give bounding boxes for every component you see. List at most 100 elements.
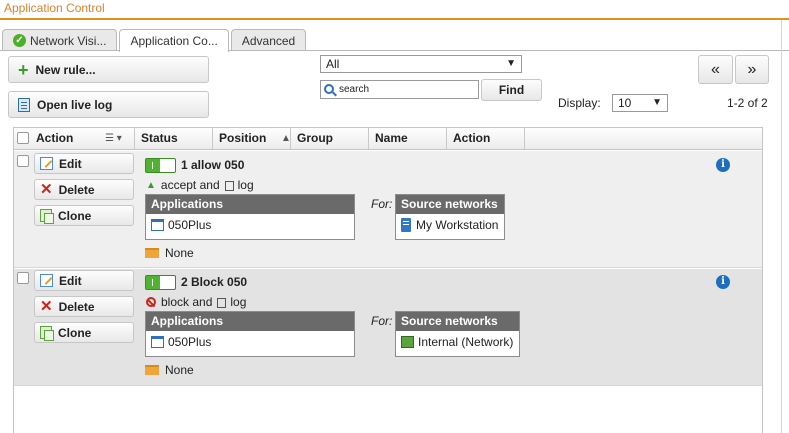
enabled-toggle[interactable]	[145, 275, 176, 290]
delete-icon: ✕	[40, 181, 53, 198]
new-rule-button[interactable]: + New rule...	[8, 56, 209, 83]
display-label: Display:	[558, 96, 601, 110]
workstation-icon	[401, 218, 411, 232]
filter-value: All	[326, 57, 340, 71]
sort-ascending-icon: ▲	[281, 133, 291, 144]
delete-icon: ✕	[40, 298, 53, 315]
group-label: None	[145, 363, 194, 377]
rules-table: Action ☰ ▾ Status Position ▲ Group Name …	[13, 127, 763, 433]
edit-button[interactable]: Edit	[34, 270, 134, 291]
table-row: Edit ✕ Delete Clone 2 Block 050 block an…	[14, 269, 762, 386]
column-menu-icon[interactable]: ☰ ▾	[105, 128, 122, 149]
source-networks-header: Source networks	[396, 195, 504, 214]
header-action[interactable]: Action ☰ ▾	[14, 128, 135, 149]
folder-icon	[145, 365, 159, 375]
window-title: Application Control	[4, 1, 105, 15]
row-checkbox[interactable]	[17, 272, 29, 284]
application-item: 050Plus	[146, 331, 354, 353]
header-group[interactable]: Group	[291, 128, 369, 149]
table-row: Edit ✕ Delete Clone 1 allow 050 ▲ accept…	[14, 151, 762, 268]
edit-button[interactable]: Edit	[34, 153, 134, 174]
next-page-icon: »	[747, 60, 757, 78]
search-input[interactable]: search	[320, 80, 479, 99]
tab-advanced[interactable]: Advanced	[230, 29, 307, 51]
source-networks-box: Source networks Internal (Network)	[395, 311, 520, 357]
edit-label: Edit	[59, 156, 82, 171]
application-name: 050Plus	[168, 218, 212, 232]
tab-divider	[0, 50, 789, 51]
rule-action: ▲ accept and log	[146, 178, 254, 192]
result-count: 1-2 of 2	[727, 96, 768, 110]
tab-bar: ✓ Network Visi... Application Co... Adva…	[2, 29, 308, 52]
next-page-button[interactable]: »	[735, 55, 769, 84]
previous-page-button[interactable]: «	[698, 55, 733, 84]
source-item: Internal (Network)	[396, 331, 519, 353]
info-icon[interactable]: i	[716, 275, 730, 289]
new-rule-label: New rule...	[35, 62, 96, 77]
toggle-on-indicator	[146, 276, 160, 289]
tab-network-visibility[interactable]: ✓ Network Visi...	[2, 29, 118, 51]
rule-title[interactable]: 2 Block 050	[181, 275, 247, 289]
clone-button[interactable]: Clone	[34, 205, 134, 226]
display-count-value: 10	[618, 96, 632, 110]
applications-header: Applications	[146, 312, 354, 331]
search-placeholder: search	[339, 84, 370, 95]
info-icon[interactable]: i	[716, 158, 730, 172]
open-live-log-button[interactable]: Open live log	[8, 91, 209, 118]
clone-button[interactable]: Clone	[34, 322, 134, 343]
rule-action: block and log	[146, 295, 246, 309]
header-position[interactable]: Position ▲	[213, 128, 291, 149]
source-item: My Workstation	[396, 214, 504, 236]
find-button[interactable]: Find	[481, 79, 542, 101]
header-action-type[interactable]: Action	[447, 128, 525, 149]
group-name: None	[165, 246, 194, 260]
delete-button[interactable]: ✕ Delete	[34, 296, 134, 317]
application-icon	[151, 219, 164, 231]
header-name[interactable]: Name	[369, 128, 447, 149]
tab-application-control[interactable]: Application Co...	[119, 29, 229, 52]
rule-title[interactable]: 1 allow 050	[181, 158, 244, 172]
filter-select[interactable]: All ▼	[320, 55, 522, 73]
title-bar: Application Control	[0, 0, 789, 20]
header-label: Action	[453, 131, 491, 145]
delete-label: Delete	[58, 182, 95, 197]
row-checkbox[interactable]	[17, 155, 29, 167]
header-label: Position	[219, 131, 267, 145]
clone-icon	[40, 209, 54, 224]
enabled-toggle[interactable]	[145, 158, 176, 173]
tab-label: Network Visi...	[30, 33, 107, 48]
header-label: Group	[297, 131, 333, 145]
previous-page-icon: «	[711, 60, 720, 78]
clone-icon	[40, 326, 54, 341]
network-icon	[401, 336, 414, 348]
for-label: For:	[371, 314, 393, 328]
toggle-on-indicator	[146, 159, 160, 172]
select-all-checkbox[interactable]	[17, 132, 29, 144]
log-icon	[224, 181, 234, 191]
action-text: accept and	[160, 178, 220, 192]
group-label: None	[145, 246, 194, 260]
dropdown-arrow-icon: ▼	[652, 97, 662, 108]
header-status[interactable]: Status	[135, 128, 213, 149]
for-label: For:	[371, 197, 393, 211]
tab-label: Advanced	[241, 33, 296, 48]
source-name: Internal (Network)	[418, 335, 514, 349]
action-text: block and	[161, 295, 213, 309]
source-name: My Workstation	[416, 218, 499, 232]
display-count-select[interactable]: 10 ▼	[612, 94, 668, 112]
plus-icon: +	[18, 59, 29, 80]
header-label: Status	[141, 131, 178, 145]
source-networks-header: Source networks	[396, 312, 519, 331]
dropdown-arrow-icon: ▼	[506, 58, 516, 69]
clone-label: Clone	[58, 325, 92, 340]
folder-icon	[145, 248, 159, 258]
delete-label: Delete	[58, 299, 95, 314]
application-name: 050Plus	[168, 335, 212, 349]
edit-icon	[40, 157, 53, 170]
applications-header: Applications	[146, 195, 354, 214]
log-text: log	[230, 295, 247, 309]
applications-box: Applications 050Plus	[145, 311, 355, 357]
delete-button[interactable]: ✕ Delete	[34, 179, 134, 200]
log-icon	[18, 97, 30, 112]
clone-label: Clone	[58, 208, 92, 223]
